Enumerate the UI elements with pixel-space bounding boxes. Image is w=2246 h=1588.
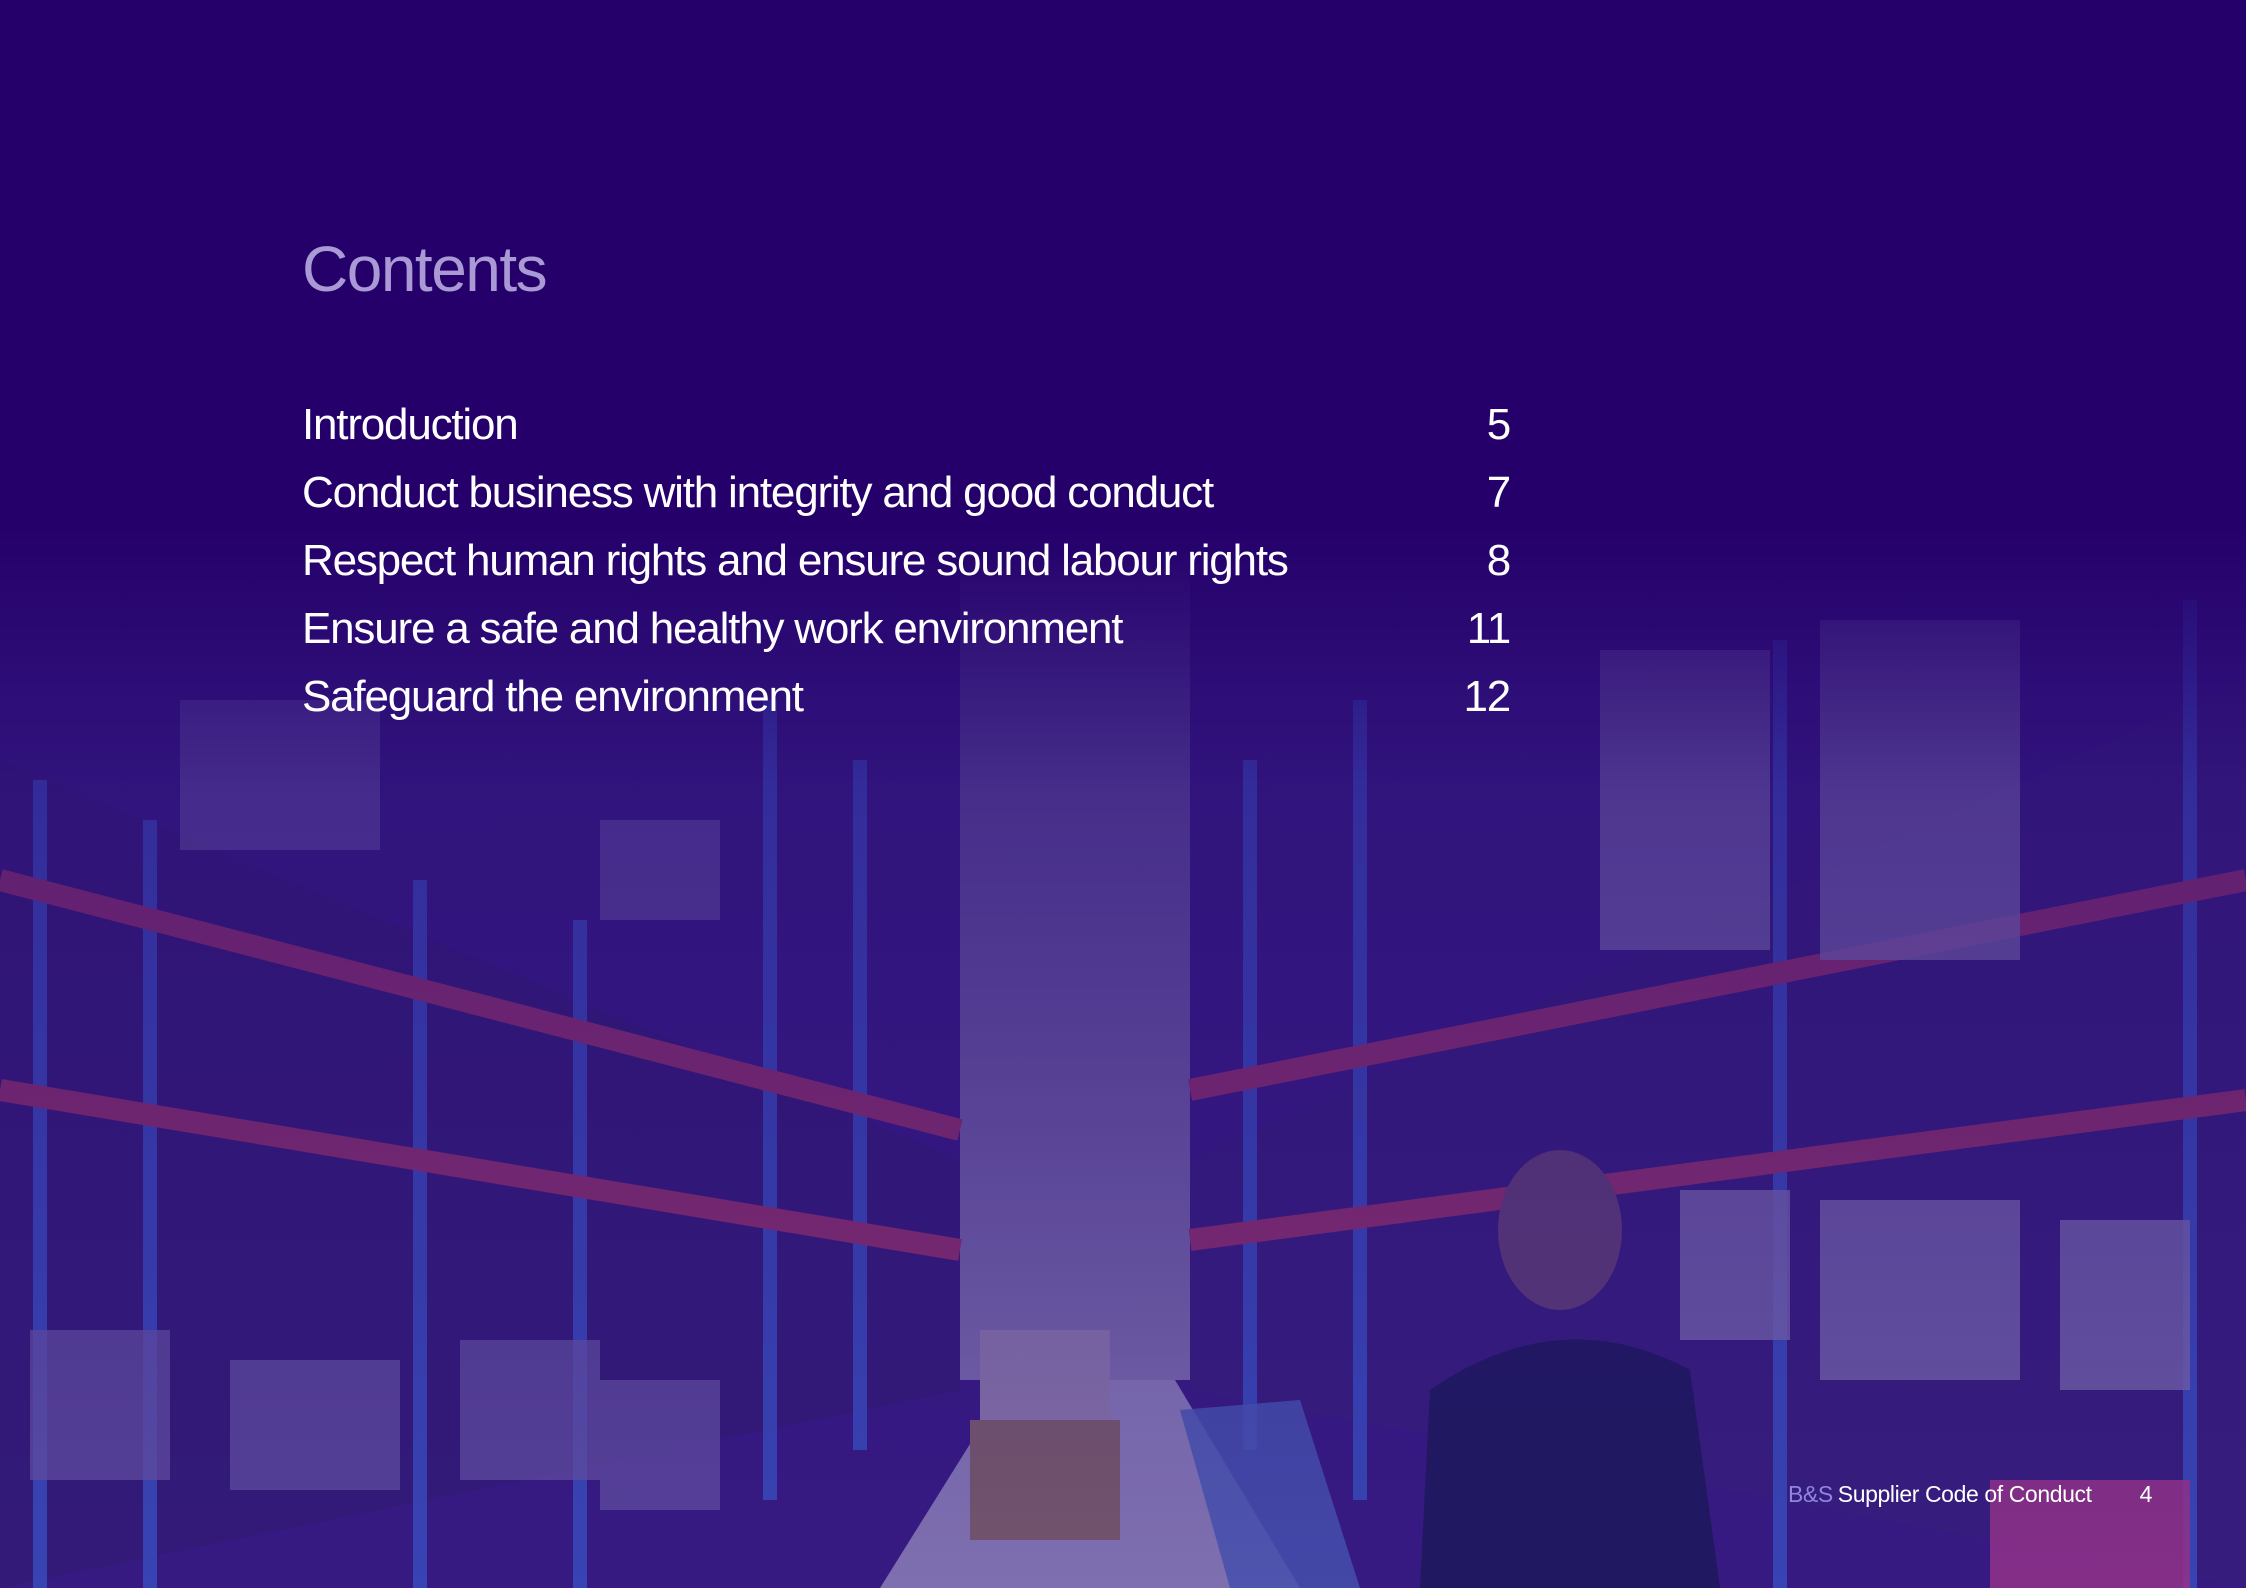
table-of-contents: Introduction 5 Conduct business with int…	[302, 400, 1511, 740]
toc-item-label: Conduct business with integrity and good…	[302, 468, 1214, 517]
toc-item-integrity[interactable]: Conduct business with integrity and good…	[302, 468, 1511, 536]
toc-item-environment[interactable]: Safeguard the environment 12	[302, 672, 1511, 740]
toc-item-label: Ensure a safe and healthy work environme…	[302, 604, 1124, 653]
page-footer: B&S Supplier Code of Conduct 4	[1788, 1481, 2152, 1508]
contents-page: Contents Introduction 5 Conduct business…	[0, 0, 2246, 1588]
toc-item-label: Introduction	[302, 400, 519, 449]
toc-item-page: 7	[1486, 468, 1511, 517]
page-title: Contents	[302, 233, 548, 305]
toc-item-page: 11	[1466, 604, 1511, 653]
toc-item-safe-environment[interactable]: Ensure a safe and healthy work environme…	[302, 604, 1511, 672]
footer-page-number: 4	[2139, 1481, 2153, 1507]
toc-item-page: 5	[1486, 400, 1511, 449]
footer-document-title: Supplier Code of Conduct	[1837, 1481, 2092, 1507]
toc-item-human-rights[interactable]: Respect human rights and ensure sound la…	[302, 536, 1511, 604]
toc-item-page: 8	[1486, 536, 1511, 585]
toc-item-introduction[interactable]: Introduction 5	[302, 400, 1511, 468]
toc-item-label: Respect human rights and ensure sound la…	[302, 536, 1289, 585]
footer-brand: B&S	[1787, 1481, 1833, 1507]
toc-item-label: Safeguard the environment	[302, 672, 804, 721]
toc-item-page: 12	[1463, 672, 1511, 721]
